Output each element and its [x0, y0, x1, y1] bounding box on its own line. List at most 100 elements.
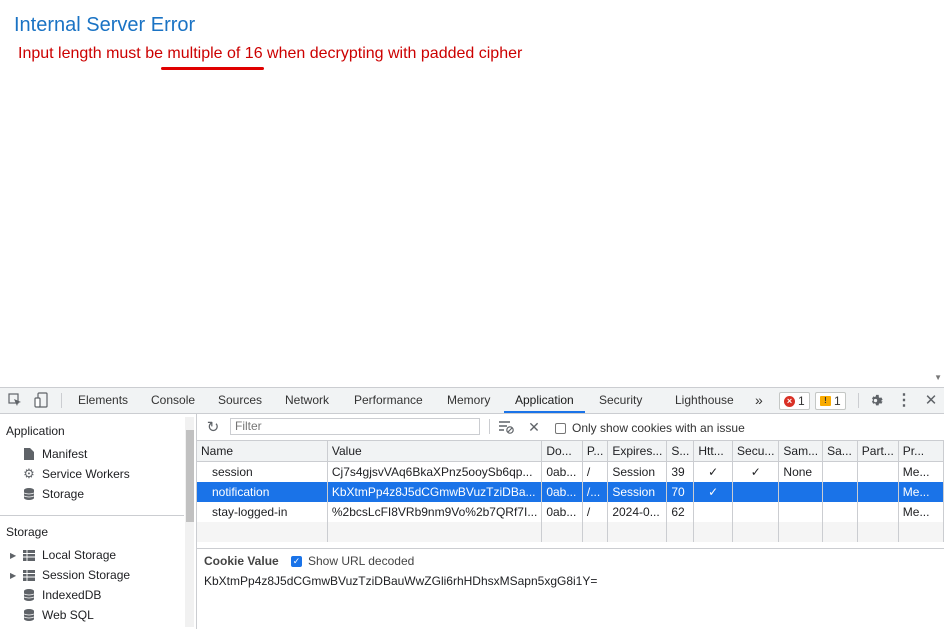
table-row-empty — [197, 522, 944, 542]
sidebar-item-label: Web SQL — [42, 608, 94, 622]
table-row-selected[interactable]: notification KbXtmPp4z8J5dCGmwBVuzTziDBa… — [197, 482, 944, 502]
cell-expires: Session — [607, 461, 668, 482]
clear-all-icon[interactable]: ✕ — [526, 419, 542, 435]
toolbar-divider — [61, 393, 62, 408]
database-icon — [22, 487, 36, 501]
tab-security[interactable]: Security — [597, 388, 644, 413]
column-header[interactable]: Sa... — [822, 441, 858, 462]
cell-size: 39 — [666, 461, 695, 482]
toolbar-divider — [858, 393, 859, 408]
cell-path: /... — [582, 482, 609, 502]
cell-secure — [732, 482, 780, 502]
cell-secure — [732, 502, 780, 522]
column-header[interactable]: S... — [666, 441, 695, 462]
tab-memory[interactable]: Memory — [445, 388, 492, 413]
tab-application[interactable]: Application — [504, 388, 585, 413]
cookie-value-text[interactable]: KbXtmPp4z8J5dCGmwBVuzTziDBauWwZGli6rhHDh… — [204, 574, 597, 588]
settings-gear-icon[interactable] — [867, 392, 883, 408]
grid-icon — [22, 548, 36, 562]
expand-arrow-icon[interactable]: ▶ — [10, 551, 16, 560]
cell-sameparty — [822, 461, 858, 482]
tab-lighthouse[interactable]: Lighthouse — [673, 388, 736, 413]
tab-sources[interactable]: Sources — [216, 388, 264, 413]
annotation-underline — [161, 67, 264, 70]
checkbox-checked-icon[interactable]: ✓ — [291, 555, 302, 567]
column-header[interactable]: Do... — [541, 441, 583, 462]
cell-sameparty — [822, 502, 858, 522]
device-toolbar-icon[interactable] — [33, 392, 49, 408]
only-issues-label: Only show cookies with an issue — [572, 421, 745, 435]
expand-arrow-icon[interactable]: ▶ — [10, 571, 16, 580]
page-content: Internal Server Error Input length must … — [0, 0, 944, 387]
cell-name: stay-logged-in — [197, 502, 328, 522]
checkbox-icon[interactable] — [555, 422, 566, 434]
error-count: 1 — [798, 394, 805, 408]
more-tabs-icon[interactable]: » — [753, 388, 765, 413]
cookies-table: Name Value Do... P... Expires... S... Ht… — [197, 441, 944, 542]
column-header[interactable]: P... — [582, 441, 609, 462]
cell-httponly: ✓ — [693, 461, 734, 482]
sidebar-item-storage[interactable]: Storage — [22, 485, 84, 503]
close-devtools-icon[interactable]: ✕ — [923, 392, 939, 409]
tab-network[interactable]: Network — [283, 388, 331, 413]
column-header[interactable]: Name — [197, 441, 328, 462]
cell-size: 62 — [666, 502, 695, 522]
cell-partition-key — [857, 461, 899, 482]
tab-performance[interactable]: Performance — [352, 388, 425, 413]
sidebar-item-session-storage[interactable]: Session Storage — [22, 566, 130, 584]
clear-filtered-icon[interactable] — [498, 419, 514, 435]
cookies-pane: ↻ ✕ Only show cookies with an issue Name — [197, 414, 944, 630]
column-header[interactable]: Expires... — [607, 441, 668, 462]
tab-elements[interactable]: Elements — [76, 388, 130, 413]
column-header[interactable]: Value — [327, 441, 543, 462]
table-row[interactable]: stay-logged-in %2bcsLcFI8VRb9nm9Vo%2b7QR… — [197, 502, 944, 522]
cell-httponly: ✓ — [693, 482, 734, 502]
cell-priority: Me... — [898, 502, 944, 522]
cell-domain: 0ab... — [541, 482, 583, 502]
warning-count-badge[interactable]: ! 1 — [815, 392, 846, 410]
column-header[interactable]: Secu... — [732, 441, 780, 462]
table-row[interactable]: session Cj7s4gjsvVAq6BkaXPnz5ooySb6qp...… — [197, 461, 944, 482]
only-issues-checkbox[interactable]: Only show cookies with an issue — [555, 421, 745, 435]
cell-expires: Session — [607, 482, 668, 502]
cell-path: / — [582, 461, 609, 482]
show-url-decoded-checkbox[interactable]: ✓ Show URL decoded — [291, 554, 414, 568]
column-header[interactable]: Sam... — [778, 441, 824, 462]
filter-input[interactable] — [230, 418, 480, 435]
warning-icon: ! — [820, 396, 831, 406]
cell-expires: 2024-0... — [607, 502, 668, 522]
sidebar-item-label: Service Workers — [42, 467, 130, 481]
grid-icon — [22, 568, 36, 582]
cell-samesite — [778, 482, 824, 502]
column-header[interactable]: Htt... — [693, 441, 734, 462]
column-header[interactable]: Pr... — [898, 441, 944, 462]
inspect-element-icon[interactable] — [7, 392, 23, 408]
sidebar-item-indexeddb[interactable]: IndexedDB — [22, 586, 101, 604]
column-header[interactable]: Part... — [857, 441, 899, 462]
application-sidebar: Application Manifest ⚙ Service Workers S… — [0, 414, 197, 629]
sidebar-item-manifest[interactable]: Manifest — [22, 445, 87, 463]
more-options-icon[interactable]: ⋮ — [896, 392, 912, 409]
cell-partition-key — [857, 502, 899, 522]
database-icon — [22, 608, 36, 622]
devtools-panel: Elements Console Sources Network Perform… — [0, 387, 944, 630]
sidebar-header-storage: Storage — [6, 525, 49, 539]
cookie-value-label: Cookie Value — [204, 554, 279, 568]
cell-name: session — [197, 461, 328, 482]
cell-domain: 0ab... — [541, 502, 583, 522]
sidebar-item-service-workers[interactable]: ⚙ Service Workers — [22, 465, 130, 483]
scroll-down-arrow-icon[interactable]: ▼ — [934, 373, 942, 382]
show-url-decoded-label: Show URL decoded — [308, 554, 415, 568]
cookie-value-pane: Cookie Value ✓ Show URL decoded KbXtmPp4… — [197, 548, 944, 630]
sidebar-item-label: Manifest — [42, 447, 88, 461]
sidebar-header-application: Application — [6, 424, 65, 438]
sidebar-item-web-sql[interactable]: Web SQL — [22, 606, 94, 624]
sidebar-scrollbar-thumb[interactable] — [186, 430, 194, 522]
sidebar-item-local-storage[interactable]: Local Storage — [22, 546, 116, 564]
cell-name: notification — [197, 482, 328, 502]
tab-console[interactable]: Console — [149, 388, 197, 413]
cookies-toolbar: ↻ ✕ Only show cookies with an issue — [197, 414, 944, 441]
file-icon — [22, 447, 36, 461]
error-count-badge[interactable]: × 1 — [779, 392, 810, 410]
refresh-icon[interactable]: ↻ — [205, 419, 221, 436]
